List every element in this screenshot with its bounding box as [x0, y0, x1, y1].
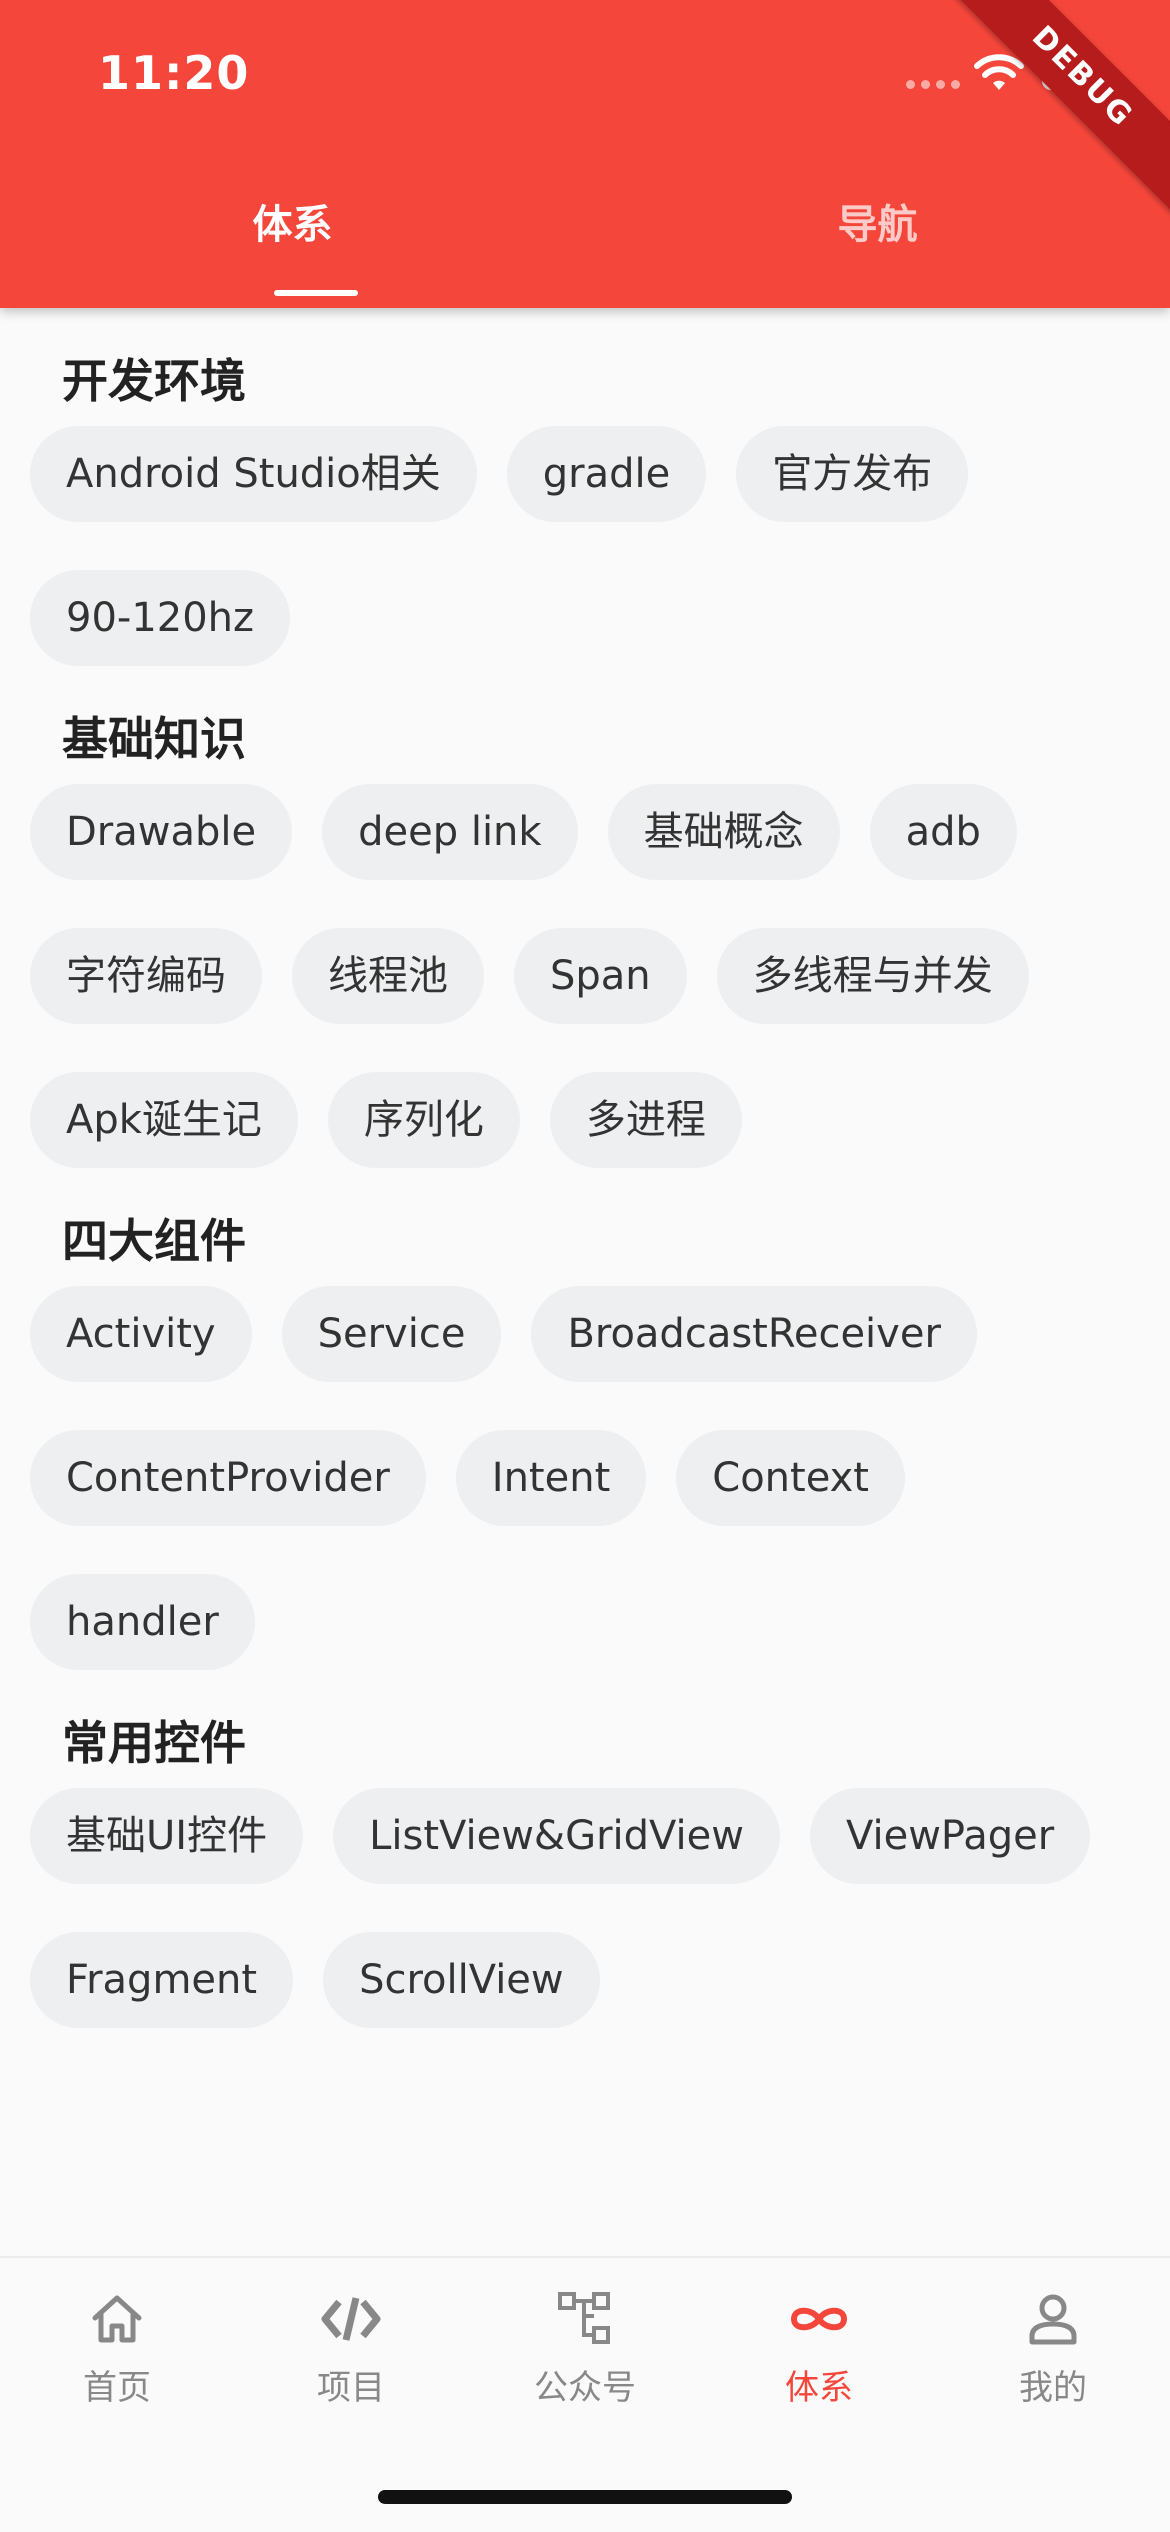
chip-group: 基础UI控件 ListView&GridView ViewPager Fragm…: [30, 1788, 1140, 2028]
section-title: 常用控件: [62, 1716, 246, 1770]
hierarchy-icon: [558, 2292, 610, 2344]
person-icon: [1029, 2294, 1077, 2345]
nav-label: 公众号: [534, 2368, 636, 2408]
chip[interactable]: Intent: [455, 1430, 647, 1526]
chip[interactable]: Span: [514, 928, 687, 1024]
chip[interactable]: Service: [281, 1286, 502, 1382]
chip[interactable]: Android Studio相关: [30, 426, 477, 522]
chip-group: Activity Service BroadcastReceiver Conte…: [30, 1286, 1140, 1670]
chip-group: Android Studio相关 gradle 官方发布 90-120hz: [30, 426, 1140, 666]
chip[interactable]: 90-120hz: [30, 570, 291, 666]
home-icon: [92, 2295, 142, 2343]
status-time: 11:20: [98, 46, 250, 100]
chip[interactable]: handler: [30, 1574, 255, 1670]
tab-tixi[interactable]: 体系: [0, 192, 585, 250]
chip[interactable]: Activity: [30, 1286, 252, 1382]
section-title: 基础知识: [62, 712, 246, 766]
section-widgets: 常用控件 基础UI控件 ListView&GridView ViewPager …: [0, 1670, 1170, 2028]
nav-label: 体系: [785, 2368, 853, 2408]
chip[interactable]: ViewPager: [809, 1788, 1091, 1884]
chip[interactable]: ListView&GridView: [333, 1788, 780, 1884]
chip[interactable]: 多进程: [549, 1072, 742, 1168]
nav-item-projects[interactable]: 项目: [234, 2288, 468, 2409]
chip-group: Drawable deep link 基础概念 adb 字符编码 线程池 Spa…: [30, 784, 1140, 1168]
tab-daohang[interactable]: 导航: [585, 192, 1170, 250]
chip[interactable]: BroadcastReceiver: [531, 1286, 977, 1382]
chip[interactable]: Apk诞生记: [30, 1072, 298, 1168]
nav-item-wechat[interactable]: 公众号: [468, 2288, 702, 2409]
chip[interactable]: gradle: [506, 426, 707, 522]
nav-label: 我的: [1019, 2368, 1087, 2408]
chip[interactable]: 基础UI控件: [30, 1788, 304, 1884]
chip[interactable]: Context: [676, 1430, 905, 1526]
section-components: 四大组件 Activity Service BroadcastReceiver …: [0, 1168, 1170, 1670]
section-basics: 基础知识 Drawable deep link 基础概念 adb 字符编码 线程…: [0, 666, 1170, 1168]
section-title: 开发环境: [62, 354, 246, 408]
tab-indicator: [274, 290, 358, 296]
nav-item-mine[interactable]: 我的: [936, 2288, 1170, 2409]
chip[interactable]: adb: [869, 784, 1017, 880]
infinity-icon: [790, 2307, 848, 2331]
section-title: 四大组件: [62, 1214, 246, 1268]
app-bar: 11:20 体系 导航: [0, 0, 1170, 308]
chip[interactable]: 序列化: [327, 1072, 520, 1168]
chip[interactable]: deep link: [322, 784, 578, 880]
home-indicator[interactable]: [378, 2490, 792, 2504]
chip[interactable]: ScrollView: [323, 1932, 600, 2028]
chip[interactable]: ContentProvider: [30, 1430, 426, 1526]
wifi-icon: [974, 54, 1024, 90]
nav-item-home[interactable]: 首页: [0, 2288, 234, 2409]
chip[interactable]: Drawable: [30, 784, 293, 880]
nav-label: 项目: [317, 2368, 385, 2408]
chip[interactable]: 基础概念: [607, 784, 840, 880]
signal-icon: [906, 80, 960, 89]
chip[interactable]: 官方发布: [736, 426, 969, 522]
chip[interactable]: 多线程与并发: [716, 928, 1029, 1024]
chip[interactable]: 字符编码: [30, 928, 262, 1024]
chip[interactable]: 线程池: [292, 928, 484, 1024]
section-dev-env: 开发环境 Android Studio相关 gradle 官方发布 90-120…: [0, 308, 1170, 666]
nav-item-system[interactable]: 体系: [702, 2288, 936, 2409]
nav-label: 首页: [83, 2368, 151, 2408]
code-icon: [321, 2297, 381, 2341]
category-list[interactable]: 开发环境 Android Studio相关 gradle 官方发布 90-120…: [0, 308, 1170, 2258]
chip[interactable]: Fragment: [30, 1932, 294, 2028]
